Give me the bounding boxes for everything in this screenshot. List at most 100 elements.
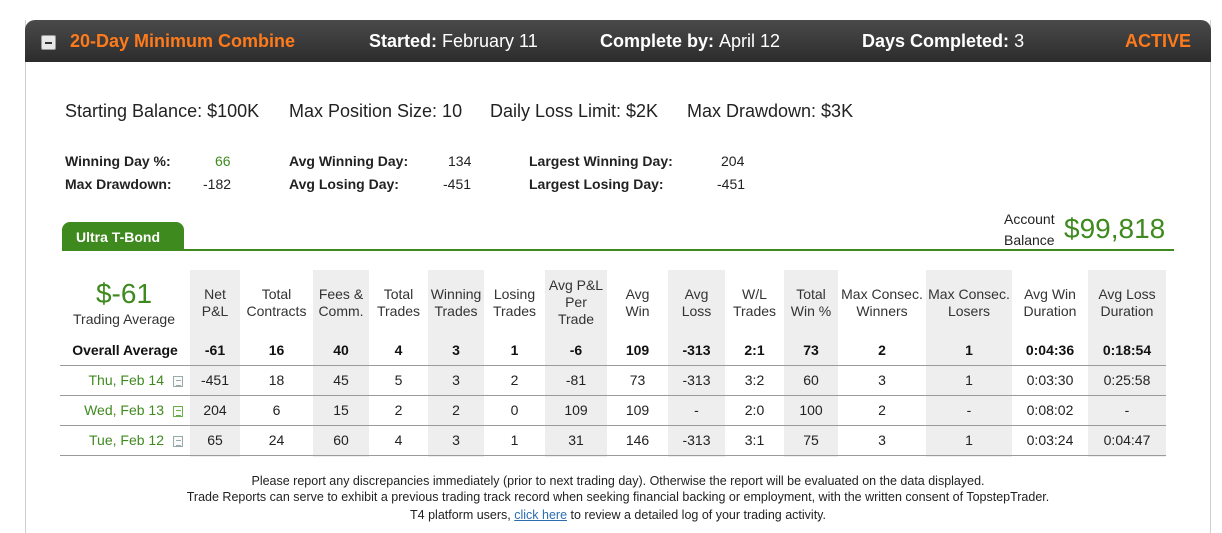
overall-average-label: Overall Average (60, 335, 190, 366)
account-balance-label: Account Balance (1004, 209, 1055, 251)
table-cell: -313 (668, 335, 725, 366)
table-cell: -61 (190, 335, 240, 366)
table-cell: 0:25:58 (1088, 365, 1166, 396)
table-cell: 109 (545, 395, 607, 426)
table-cell: 1 (484, 425, 545, 456)
table-cell: -81 (545, 365, 607, 396)
starting-balance: Starting Balance: $100K (65, 101, 260, 121)
table-cell: - (1088, 395, 1166, 426)
footer-line-2: Trade Reports can serve to exhibit a pre… (186, 490, 1050, 504)
note-icon[interactable] (173, 435, 183, 447)
table-cell: 1 (926, 365, 1012, 396)
col-header-total-win-pct: Total Win % (790, 285, 832, 319)
row-date-cell[interactable]: Tue, Feb 12 (60, 425, 190, 456)
table-cell: 204 (190, 395, 240, 426)
col-header-avg-pnl-per-trade: Avg P&L Per Trade (548, 277, 604, 327)
started-info: Started: February 11 (369, 31, 538, 52)
row-date-link[interactable]: Wed, Feb 13 (84, 402, 164, 418)
table-cell: 40 (313, 335, 369, 366)
table-cell: 2 (369, 395, 428, 426)
combine-header: 20-Day Minimum Combine Started: February… (25, 20, 1211, 62)
table-cell: 2 (838, 335, 926, 366)
complete-label: Complete by: (600, 31, 715, 51)
row-date-cell[interactable]: Thu, Feb 14 (60, 365, 190, 396)
table-cell: 0:08:02 (1012, 395, 1088, 426)
table-cell: 2 (484, 365, 545, 396)
avg-winning-day-value: 134 (448, 153, 472, 169)
col-header-fees-comm: Fees & Comm. (318, 285, 364, 319)
col-header-max-consec-winners: Max Consec. Winners (841, 285, 923, 319)
days-value: 3 (1014, 31, 1025, 51)
table-row: Wed, Feb 13 204 6 15 2 2 0 109 109 - 2:0… (60, 395, 1166, 426)
table-cell: 3 (428, 335, 484, 366)
row-date-link[interactable]: Thu, Feb 14 (89, 372, 165, 388)
account-balance-label-line2: Balance (1004, 232, 1055, 248)
table-cell: -451 (190, 365, 240, 396)
table-cell: 5 (369, 365, 428, 396)
table-cell: 3 (838, 425, 926, 456)
started-value: February 11 (442, 31, 538, 51)
note-icon[interactable] (173, 405, 183, 417)
footer-line-3: T4 platform users, click here to review … (25, 508, 1211, 522)
table-cell: 60 (784, 365, 838, 396)
click-here-link[interactable]: click here (514, 508, 567, 522)
max-position-size: Max Position Size: 10 (289, 101, 463, 121)
col-header-max-consec-losers: Max Consec. Losers (928, 285, 1010, 319)
table-cell: 60 (313, 425, 369, 456)
table-cell: 75 (784, 425, 838, 456)
largest-winning-day-value: 204 (721, 153, 745, 169)
footer-line-3-post: to review a detailed log of your trading… (567, 508, 826, 522)
table-cell: 109 (607, 335, 668, 366)
table-cell: 1 (484, 335, 545, 366)
avg-losing-day-label: Avg Losing Day: (289, 176, 399, 192)
table-cell: -6 (545, 335, 607, 366)
winning-day-value: 66 (215, 153, 231, 169)
table-cell: 31 (545, 425, 607, 456)
started-label: Started: (369, 31, 438, 51)
row-date-link[interactable]: Tue, Feb 12 (89, 432, 164, 448)
header-spacer (60, 270, 190, 335)
col-header-avg-win: Avg Win (625, 285, 650, 319)
table-cell: - (668, 395, 725, 426)
overall-average-row: Overall Average -61 16 40 4 3 1 -6 109 -… (60, 335, 1166, 366)
col-header-avg-win-duration: Avg Win Duration (1023, 285, 1077, 319)
max-drawdown-value: -182 (203, 176, 232, 192)
table-cell: 0:04:47 (1088, 425, 1166, 456)
col-header-winning-trades: Winning Trades (430, 285, 482, 319)
row-date-cell[interactable]: Wed, Feb 13 (60, 395, 190, 426)
table-cell: 6 (240, 395, 313, 426)
col-header-losing-trades: Losing Trades (492, 285, 537, 319)
table-cell: 15 (313, 395, 369, 426)
status-badge: ACTIVE (1125, 31, 1192, 51)
largest-winning-day-label: Largest Winning Day: (529, 153, 673, 169)
account-balance-value: $99,818 (1064, 213, 1166, 244)
complete-value: April 12 (719, 31, 781, 51)
table-cell: 4 (369, 335, 428, 366)
note-icon[interactable] (173, 375, 183, 387)
col-header-avg-loss: Avg Loss (681, 285, 712, 319)
winning-day-label: Winning Day %: (65, 153, 171, 169)
table-cell: 0:03:30 (1012, 365, 1088, 396)
col-header-wl-trades: W/L Trades (732, 285, 777, 319)
table-cell: 73 (784, 335, 838, 366)
max-drawdown-rule: Max Drawdown: $3K (687, 101, 854, 121)
table-cell: 18 (240, 365, 313, 396)
col-header-net-pnl: Net P&L (201, 285, 229, 319)
table-cell: 73 (607, 365, 668, 396)
table-row: Thu, Feb 14 -451 18 45 5 3 2 -81 73 -313… (60, 365, 1166, 396)
table-cell: 109 (607, 395, 668, 426)
footer-line-1: Please report any discrepancies immediat… (251, 474, 985, 488)
account-balance-label-line1: Account (1004, 211, 1055, 227)
minus-box-icon[interactable] (41, 35, 56, 50)
daily-loss-limit: Daily Loss Limit: $2K (490, 101, 659, 121)
table-cell: 1 (926, 335, 1012, 366)
days-label: Days Completed: (862, 31, 1010, 51)
table-cell: 65 (190, 425, 240, 456)
tab-ultra-t-bond[interactable]: Ultra T-Bond (62, 222, 184, 250)
col-header-total-trades: Total Trades (376, 285, 421, 319)
table-header-row: Net P&L Total Contracts Fees & Comm. Total T… (60, 270, 1166, 335)
combine-title[interactable]: 20-Day Minimum Combine (70, 31, 295, 52)
table-cell: 2 (838, 395, 926, 426)
table-cell: 3:2 (725, 365, 784, 396)
table-cell: 24 (240, 425, 313, 456)
